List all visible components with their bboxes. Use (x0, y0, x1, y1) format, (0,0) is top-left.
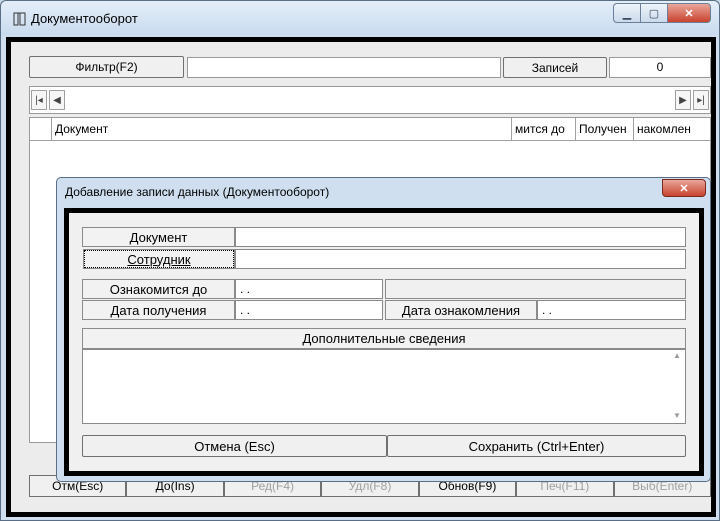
minimize-icon: ▁ (622, 7, 632, 20)
cancel-button-label: Отмена (Esc) (194, 438, 275, 454)
document-input[interactable] (235, 227, 686, 247)
maximize-icon: ▢ (648, 7, 660, 20)
add-record-dialog: Добавление записи данных (Документооборо… (56, 177, 711, 482)
acquaint-date-label: Дата ознакомления (385, 300, 537, 320)
dialog-title: Добавление записи данных (Документооборо… (65, 185, 330, 199)
filter-button[interactable]: Фильтр(F2) (29, 56, 184, 78)
document-label: Документ (82, 227, 235, 247)
close-icon: ✕ (679, 182, 689, 195)
employee-input[interactable] (235, 249, 686, 269)
prev-record-icon[interactable]: ◀ (49, 90, 65, 110)
minimize-button[interactable]: ▁ (613, 3, 640, 23)
records-label: Записей (503, 57, 607, 78)
acquaint-until-input[interactable]: . . (235, 279, 383, 299)
save-button[interactable]: Сохранить (Ctrl+Enter) (387, 435, 686, 457)
extra-info-textarea[interactable] (82, 349, 686, 424)
column-header-acquainted[interactable]: накомлен (634, 118, 711, 141)
scroll-down-icon[interactable]: ▼ (669, 411, 685, 420)
column-header-acquaint-until[interactable]: мится до (512, 118, 576, 141)
received-date-label: Дата получения (82, 300, 235, 320)
acquaint-date-input[interactable]: . . (537, 300, 686, 320)
maximize-button[interactable]: ▢ (640, 3, 667, 23)
app-icon (13, 12, 26, 26)
navigation-bar (29, 86, 711, 114)
save-button-label: Сохранить (Ctrl+Enter) (468, 438, 605, 454)
scroll-up-icon[interactable]: ▲ (669, 351, 685, 360)
close-button[interactable]: ✕ (667, 3, 711, 23)
column-header-document[interactable]: Документ (52, 118, 512, 141)
extra-info-scrollbar[interactable]: ▲ ▼ (669, 351, 685, 422)
cancel-button[interactable]: Отмена (Esc) (82, 435, 387, 457)
next-record-icon[interactable]: ▶ (675, 90, 691, 110)
acquaint-until-label: Ознакомится до (82, 279, 235, 299)
extra-info-label: Дополнительные сведения (82, 328, 686, 349)
records-count: 0 (609, 57, 711, 78)
close-icon: ✕ (684, 7, 694, 20)
employee-button[interactable]: Сотрудник (83, 249, 235, 269)
column-header-received[interactable]: Получен (576, 118, 634, 141)
window-title: Документооборот (31, 11, 138, 26)
last-record-icon[interactable]: ▸| (693, 90, 709, 110)
first-record-icon[interactable]: |◂ (31, 90, 47, 110)
received-date-input[interactable]: . . (235, 300, 383, 320)
employee-label: Сотрудник (127, 251, 191, 267)
dialog-close-button[interactable]: ✕ (662, 179, 706, 197)
filter-input[interactable] (187, 57, 501, 78)
acquaint-until-extra (385, 279, 686, 299)
caption-buttons: ▁ ▢ ✕ (613, 3, 711, 23)
grid-indicator-header (30, 118, 52, 141)
